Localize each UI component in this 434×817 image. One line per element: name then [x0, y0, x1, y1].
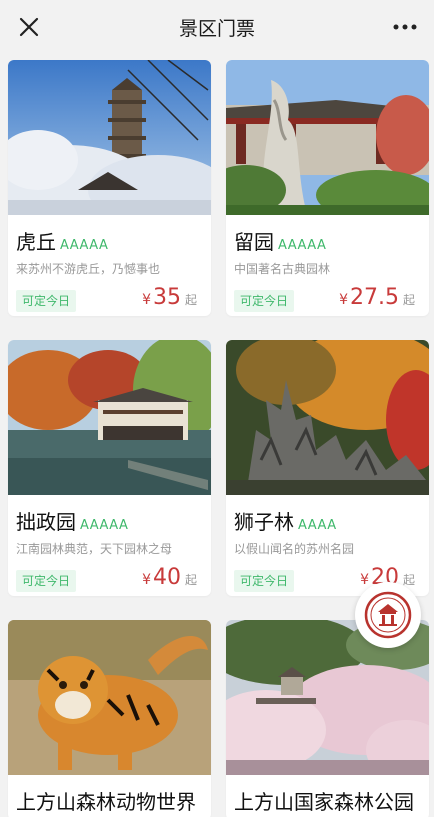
- attraction-grade: AAAAA: [80, 518, 129, 533]
- floating-logo-button[interactable]: [355, 582, 421, 648]
- attraction-name: 留园: [234, 230, 274, 254]
- price-amount: 40: [152, 565, 181, 590]
- attraction-price: ¥35 起: [142, 285, 197, 310]
- attraction-desc: 以假山闻名的苏州名园: [234, 542, 355, 556]
- attraction-photo: [8, 60, 211, 215]
- attraction-name: 拙政园: [16, 510, 76, 534]
- bookable-today-badge: 可定今日: [16, 570, 77, 592]
- price-amount: 27.5: [350, 285, 399, 310]
- top-bar: 景区门票: [0, 0, 434, 52]
- attraction-card-liuyuan[interactable]: 留园 AAAAA 中国著名古典园林 可定今日 ¥27.5 起: [226, 60, 429, 316]
- attraction-grade: AAAAA: [60, 238, 109, 253]
- attraction-desc: 来苏州不游虎丘，乃憾事也: [16, 262, 161, 276]
- attraction-card-shizilin[interactable]: 狮子林 AAAA 以假山闻名的苏州名园 可定今日 ¥20 起: [226, 340, 429, 596]
- bookable-today-badge: 可定今日: [16, 290, 77, 312]
- price-amount: 35: [152, 285, 181, 310]
- attraction-photo: [8, 340, 211, 495]
- seal-logo-icon: [364, 591, 412, 639]
- attraction-card-shangfangshan-park[interactable]: 上方山国家森林公园: [226, 620, 429, 817]
- attraction-desc: 江南园林典范，天下园林之母: [16, 542, 173, 556]
- attraction-name: 上方山森林动物世界: [16, 790, 196, 814]
- attraction-name: 狮子林: [234, 510, 294, 534]
- attraction-name: 上方山国家森林公园: [234, 790, 414, 814]
- bookable-today-badge: 可定今日: [234, 570, 295, 592]
- more-icon[interactable]: [390, 14, 420, 40]
- page-title: 景区门票: [178, 18, 255, 40]
- bookable-today-badge: 可定今日: [234, 290, 295, 312]
- attraction-name: 虎丘: [16, 230, 56, 254]
- attraction-card-huqiu[interactable]: 虎丘 AAAAA 来苏州不游虎丘，乃憾事也 可定今日 ¥35 起: [8, 60, 211, 316]
- attraction-desc: 中国著名古典园林: [234, 262, 331, 276]
- attraction-photo: [226, 340, 429, 495]
- attraction-card-zhuozhengyuan[interactable]: 拙政园 AAAAA 江南园林典范，天下园林之母 可定今日 ¥40 起: [8, 340, 211, 596]
- attraction-price: ¥40 起: [142, 565, 197, 590]
- attraction-grade: AAAA: [298, 518, 337, 533]
- attraction-grade: AAAAA: [278, 238, 327, 253]
- attraction-price: ¥27.5 起: [339, 285, 415, 310]
- attraction-card-shangfangshan-zoo[interactable]: 上方山森林动物世界: [8, 620, 211, 817]
- attraction-photo: [8, 620, 211, 775]
- attraction-photo: [226, 60, 429, 215]
